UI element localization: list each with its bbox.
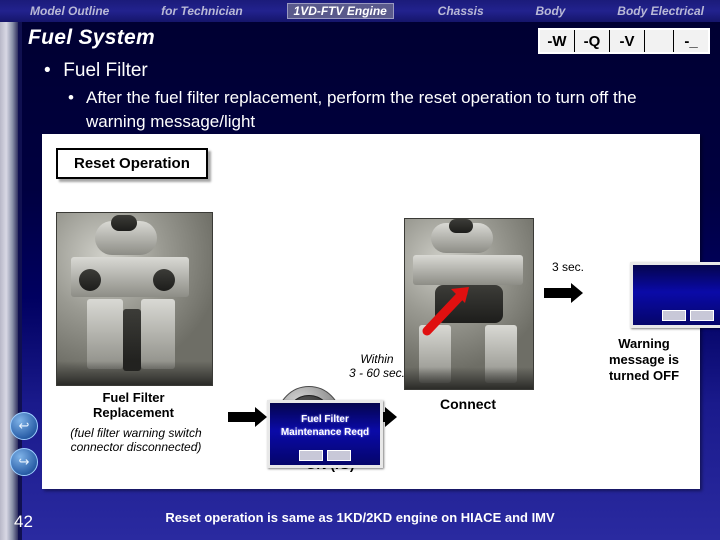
slide: Model Outline for Technician 1VD-FTV Eng…	[0, 0, 720, 540]
section-tab-w[interactable]: -W	[540, 30, 575, 52]
screen-warning-line2: Maintenance Reqd	[280, 427, 370, 438]
screen-warning-buttons	[278, 450, 372, 461]
bullet-level2: • After the fuel filter replacement, per…	[68, 86, 698, 134]
nav-item-body-electrical[interactable]: Body Electrical	[609, 3, 712, 19]
screen-off-buttons	[641, 310, 720, 321]
flow-arrow-3-icon	[544, 283, 583, 303]
screen-off-button-left	[662, 310, 686, 321]
engine-photo-fuel-filter	[56, 212, 213, 386]
step4-caption: Warning message is turned OFF	[588, 336, 700, 384]
step4-caption-line1: Warning	[618, 336, 670, 351]
section-tab-q[interactable]: -Q	[575, 30, 610, 52]
footer-caption: Reset operation is same as 1KD/2KD engin…	[165, 510, 555, 525]
screen-off-button-right	[690, 310, 714, 321]
timing-3sec-label: 3 sec.	[551, 260, 584, 274]
display-screen-warning: Fuel Filter Maintenance Reqd	[267, 400, 383, 468]
screen-warning-button-left	[299, 450, 323, 461]
bullet-dot-icon: •	[44, 60, 51, 81]
back-arrow-icon: ↩	[18, 418, 30, 433]
bullet-level1: • Fuel Filter	[44, 60, 148, 82]
step1-caption-line1: Fuel Filter	[102, 390, 165, 405]
section-tab-v[interactable]: -V	[610, 30, 645, 52]
engine-photo-connector	[404, 218, 534, 390]
step1-caption: Fuel Filter Replacement	[56, 390, 211, 420]
flow-arrow-1-icon	[228, 407, 267, 427]
screen-warning-text: Fuel Filter Maintenance Reqd	[270, 413, 380, 439]
nav-forward-button[interactable]: ↪	[10, 448, 38, 476]
top-navigation-bar: Model Outline for Technician 1VD-FTV Eng…	[0, 0, 720, 22]
page-title: Fuel System	[28, 26, 156, 49]
nav-item-model-outline[interactable]: Model Outline	[22, 3, 117, 19]
bullet-level2-text: After the fuel filter replacement, perfo…	[86, 88, 637, 131]
timing-within-line1: Within	[360, 352, 394, 366]
screen-warning-line1: Fuel Filter	[301, 414, 349, 425]
step3-label: Connect	[440, 396, 496, 412]
nav-back-button[interactable]: ↩	[10, 412, 38, 440]
timing-within-line2: 3 - 60 sec.	[348, 366, 406, 380]
section-tab-underscore[interactable]: -_	[674, 30, 708, 52]
red-callout-arrow-icon	[422, 287, 469, 336]
content-panel: Reset Operation Fuel Filter Replacement …	[42, 134, 720, 489]
screen-warning-button-right	[327, 450, 351, 461]
nav-item-chassis[interactable]: Chassis	[430, 3, 492, 19]
nav-item-body[interactable]: Body	[527, 3, 573, 19]
nav-item-for-technician[interactable]: for Technician	[153, 3, 251, 19]
bullet-dot-icon-2: •	[68, 88, 74, 107]
step1-caption-line2: Replacement	[93, 405, 174, 420]
display-screen-off	[630, 262, 720, 328]
nav-item-1vd-ftv-engine[interactable]: 1VD-FTV Engine	[286, 3, 394, 19]
step1-caption-note: (fuel filter warning switch connector di…	[70, 426, 202, 454]
section-tab-blank[interactable]	[645, 30, 674, 52]
reset-operation-label: Reset Operation	[56, 148, 208, 179]
forward-arrow-icon: ↪	[18, 454, 30, 469]
step4-caption-line2: message is	[608, 352, 680, 367]
section-tab-group[interactable]: -W -Q -V -_	[538, 28, 710, 54]
step4-caption-line3: turned OFF	[608, 368, 680, 383]
bullet-level1-text: Fuel Filter	[63, 60, 148, 81]
